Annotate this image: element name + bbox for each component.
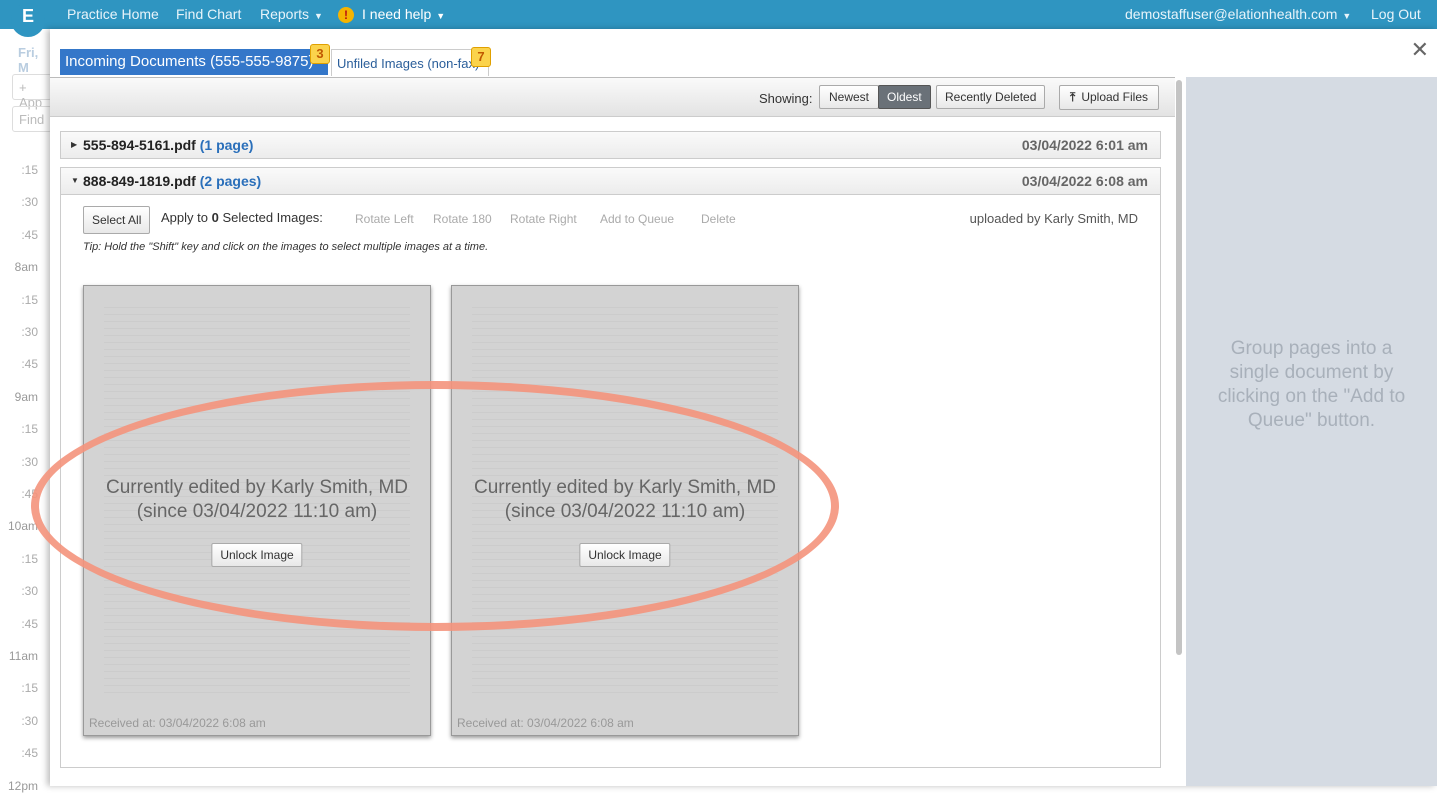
uploaded-by: uploaded by Karly Smith, MD <box>969 211 1138 226</box>
upload-icon: ⤒ <box>1070 90 1076 104</box>
time-label: :15 <box>21 422 38 437</box>
time-label: :30 <box>21 195 38 210</box>
select-all-button[interactable]: Select All <box>83 206 151 234</box>
tab-unfiled-images[interactable]: Unfiled Images (non-fax) <box>331 49 489 76</box>
documents-pane: Showing: Newest Oldest Recently Deleted … <box>50 77 1182 786</box>
add-appointment-button[interactable]: + App <box>12 74 52 110</box>
warning-icon: ! <box>338 7 354 23</box>
time-label: :45 <box>21 746 38 761</box>
selected-count: 0 <box>211 210 219 225</box>
document-row[interactable]: ▶ 555-894-5161.pdf (1 page) 03/04/2022 6… <box>60 131 1161 159</box>
calendar-date: Fri, M <box>18 45 39 75</box>
document-pages[interactable]: (2 pages) <box>200 173 261 189</box>
tip-text: Tip: Hold the "Shift" key and click on t… <box>83 241 489 253</box>
chevron-down-icon: ▼ <box>436 11 446 21</box>
unlock-image-button[interactable]: Unlock Image <box>579 543 671 567</box>
newest-button[interactable]: Newest <box>819 85 880 109</box>
rotate-right-action[interactable]: Rotate Right <box>510 212 577 226</box>
time-label: :45 <box>21 357 38 372</box>
queue-sidebar: Group pages into a single document by cl… <box>1186 77 1437 786</box>
locked-message: Currently edited by Karly Smith, MD (sin… <box>106 477 408 522</box>
rotate-left-action[interactable]: Rotate Left <box>355 212 414 226</box>
time-label: :15 <box>21 551 38 566</box>
apply-to-label: Apply to 0 Selected Images: <box>161 210 323 225</box>
page-thumbnail[interactable]: Currently edited by Karly Smith, MD (sin… <box>451 285 799 736</box>
received-at: Received at: 03/04/2022 6:08 am <box>457 716 634 730</box>
time-label: 10am <box>7 519 38 534</box>
chevron-down-icon: ▼ <box>314 11 323 21</box>
find-input[interactable]: Find <box>12 106 52 132</box>
time-label: 11am <box>8 649 38 663</box>
upload-label: Upload Files <box>1081 90 1149 104</box>
time-label: :45 <box>21 487 38 501</box>
time-label: :45 <box>21 616 38 631</box>
caret-down-icon: ▼ <box>71 176 79 185</box>
time-label: :15 <box>21 163 38 177</box>
delete-action[interactable]: Delete <box>701 212 736 226</box>
time-label: :15 <box>21 292 38 307</box>
tab-incoming-documents[interactable]: Incoming Documents (555-555-9875) <box>60 49 328 75</box>
nav-help[interactable]: ! I need help ▼ <box>338 6 445 23</box>
toolbar: Showing: Newest Oldest Recently Deleted … <box>50 78 1175 117</box>
background-calendar: Fri, M + App Find :15 :30 :45 8am :15 :30 :45 9… <box>0 29 52 793</box>
scrollbar[interactable] <box>1176 80 1182 655</box>
document-date: 03/04/2022 6:08 am <box>1021 173 1148 189</box>
upload-files-button[interactable]: ⤒ Upload Files <box>1059 85 1160 110</box>
document-row[interactable]: ▼ 888-849-1819.pdf (2 pages) 03/04/2022 … <box>60 167 1161 195</box>
time-label: 9am <box>14 389 38 404</box>
time-label: 8am <box>14 260 38 275</box>
time-label: :45 <box>21 227 38 242</box>
time-label: :30 <box>21 325 38 339</box>
chevron-down-icon: ▼ <box>1342 11 1352 21</box>
logout-link[interactable]: Log Out <box>1371 6 1421 22</box>
time-label: :30 <box>21 454 38 469</box>
page-thumbnail[interactable]: Currently edited by Karly Smith, MD (sin… <box>83 285 431 736</box>
user-email: demostaffuser@elationhealth.com <box>1125 6 1338 22</box>
unlock-image-button[interactable]: Unlock Image <box>211 543 303 567</box>
incoming-count-badge: 3 <box>310 44 330 64</box>
nav-find-chart[interactable]: Find Chart <box>176 6 241 22</box>
time-label: :30 <box>21 713 38 728</box>
nav-practice-home[interactable]: Practice Home <box>67 6 159 22</box>
user-menu[interactable]: demostaffuser@elationhealth.com ▼ <box>1125 6 1351 22</box>
showing-label: Showing: <box>759 91 813 106</box>
document-panel: Select All Apply to 0 Selected Images: R… <box>60 195 1161 768</box>
add-to-queue-action[interactable]: Add to Queue <box>600 212 674 226</box>
oldest-button[interactable]: Oldest <box>878 85 931 109</box>
top-nav-bar: E Practice Home Find Chart Reports ▼ ! I n… <box>0 0 1437 37</box>
documents-modal: ✕ Incoming Documents (555-555-9875) 3 Un… <box>31 29 1437 786</box>
apply-to-text: Apply to <box>161 210 208 225</box>
nav-reports-label: Reports <box>260 6 310 22</box>
time-label: :30 <box>21 584 38 599</box>
rotate-180-action[interactable]: Rotate 180 <box>433 212 492 226</box>
document-date: 03/04/2022 6:01 am <box>1021 137 1148 153</box>
received-at: Received at: 03/04/2022 6:08 am <box>89 716 266 730</box>
time-label: :15 <box>21 681 38 696</box>
close-icon[interactable]: ✕ <box>1411 37 1429 63</box>
recently-deleted-button[interactable]: Recently Deleted <box>936 85 1046 109</box>
document-pages[interactable]: (1 page) <box>200 137 254 153</box>
elation-logo[interactable]: E <box>11 3 45 37</box>
unfiled-count-badge: 7 <box>471 47 491 67</box>
selected-images-text: Selected Images: <box>222 210 323 225</box>
document-name: 888-849-1819.pdf <box>83 173 196 189</box>
nav-help-label: I need help <box>362 6 432 22</box>
locked-message: Currently edited by Karly Smith, MD (sin… <box>474 477 776 522</box>
caret-right-icon: ▶ <box>71 140 78 149</box>
nav-reports[interactable]: Reports ▼ <box>260 6 323 22</box>
document-name: 555-894-5161.pdf <box>83 137 196 153</box>
